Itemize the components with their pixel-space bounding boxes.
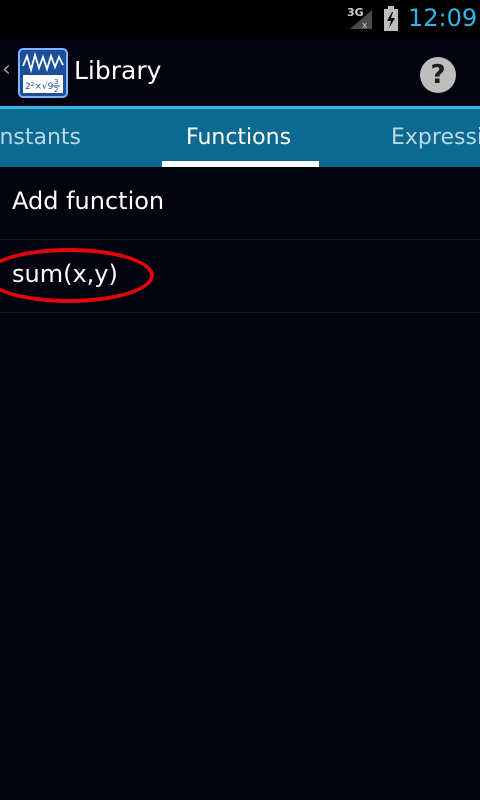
action-bar: ‹ 2²×√9 3 2 Library ?	[0, 38, 480, 106]
list-item-label: Add function	[12, 187, 165, 215]
function-item-sum[interactable]: sum(x,y)	[0, 240, 480, 313]
tab-constants[interactable]: onstants	[0, 125, 81, 150]
svg-text:3: 3	[54, 78, 58, 86]
add-function-item[interactable]: Add function	[0, 167, 480, 240]
screen: 3G x 12:09 ‹ 2²×√9 3 2 Library ? onstant…	[0, 0, 480, 800]
clock: 12:09	[408, 4, 478, 32]
status-bar: 3G x 12:09	[0, 0, 480, 38]
chevron-left-icon[interactable]: ‹	[2, 58, 11, 82]
help-button[interactable]: ?	[420, 57, 456, 93]
svg-text:2²×√9: 2²×√9	[25, 81, 54, 92]
function-list: Add function sum(x,y)	[0, 167, 480, 313]
tab-functions[interactable]: Functions	[186, 125, 291, 150]
battery-charging-icon	[384, 6, 398, 31]
tab-bar: onstants Functions Expressi	[0, 106, 480, 167]
calculator-app-icon[interactable]: 2²×√9 3 2	[18, 48, 68, 98]
svg-text:x: x	[362, 21, 368, 30]
page-title: Library	[74, 56, 162, 85]
tab-expressions[interactable]: Expressi	[391, 125, 480, 150]
list-item-label: sum(x,y)	[12, 260, 118, 288]
svg-text:2: 2	[54, 86, 58, 94]
signal-icon: x	[350, 10, 372, 30]
